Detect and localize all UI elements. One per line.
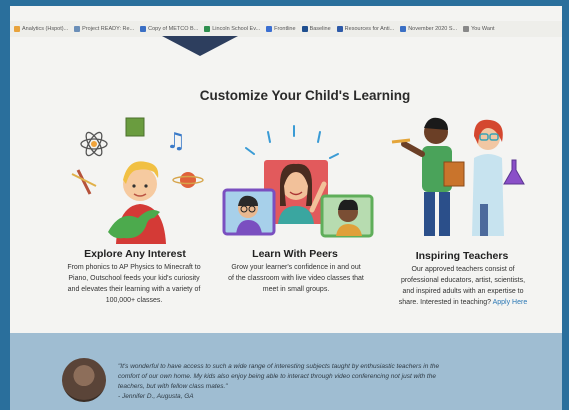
text-line: professional educators, artist, scientis… [400,277,526,284]
bookmark-favicon-icon [140,26,147,32]
testimonial-quote: "It's wonderful to have access to such a… [118,362,538,402]
column-1-title: Explore Any Interest [84,248,186,260]
text-line: share. Interested in teaching? Apply Her… [370,297,556,308]
text-line: Our approved teachers consist of [411,266,515,273]
bookmark-favicon-icon [14,26,20,32]
bookmark-item[interactable]: Baseline [301,26,331,32]
bookmark-favicon-icon [266,26,273,32]
column-2-text: Grow your learner's confidence in and ou… [200,262,392,295]
bookmark-label: November 2020 S... [408,26,458,32]
atom-icon [80,131,108,157]
bookmark-label: Baseline [309,26,331,32]
bookmarks-bar: Analytics (Hspot)... Project READY: Re...… [10,21,562,37]
bookmark-favicon-icon [400,26,407,32]
minecraft-block-icon [125,117,145,137]
flask-icon [503,159,525,185]
inspiring-teachers-illustration [391,117,525,236]
quote-line: "It's wonderful to have access to such a… [118,363,440,370]
bookmark-label: Lincoln School Ev... [212,26,261,32]
bookmark-label: Analytics (Hspot)... [22,26,69,32]
bookmark-item[interactable]: Frontline [266,26,296,32]
learn-peers-illustration [222,125,374,238]
bookmark-favicon-icon [463,26,470,32]
teacher-scientist-character [472,119,504,236]
avatar [62,358,106,402]
paintbrush-icon [71,169,97,195]
music-note-icon: ♫ [166,129,186,154]
bookmark-label: Copy of METCO B... [148,26,199,32]
bookmark-label: Frontline [274,26,296,32]
text-line: meet in small groups. [262,286,330,293]
bookmark-item[interactable]: November 2020 S... [400,26,457,32]
bookmark-item[interactable]: Lincoln School Ev... [204,26,260,32]
bookmark-favicon-icon [336,26,343,32]
planet-icon [172,172,204,188]
page-heading: Customize Your Child's Learning [199,88,411,103]
teacher-man-character [401,117,465,236]
bookmark-item[interactable]: Resources for Anti... [336,26,395,32]
bookmark-label: You Want [471,26,495,32]
bookmark-favicon-icon [301,26,308,32]
quote-line: teachers, but with fellow class mates." [118,383,228,390]
apply-here-link[interactable]: Apply Here [493,299,528,306]
pencil-icon [391,138,411,144]
column-3-title: Inspiring Teachers [415,250,509,262]
sparkle-lines-icon [245,125,339,159]
bookmark-favicon-icon [74,26,81,32]
text-line: 100,000+ classes. [105,297,163,304]
bookmark-label: Project READY: Re... [82,26,135,32]
text-line: of the classroom with live video classes… [228,275,364,282]
quote-author: - Jennifer D., Augusta, GA [118,393,194,400]
text-line-part: share. Interested in teaching? [398,299,492,306]
bookmark-item[interactable]: Copy of METCO B... [140,26,198,32]
browser-screen: Analytics (Hspot)... Project READY: Re...… [10,6,562,410]
column-2-title: Learn With Peers [252,248,338,260]
column-3-text: Our approved teachers consist of profess… [370,264,556,308]
text-line: and inspired adults with an expertise to [402,288,524,295]
bookmark-label: Resources for Anti... [344,26,395,32]
explore-interest-illustration: ♫ [71,117,204,244]
bookmark-item[interactable]: Project READY: Re... [74,26,134,32]
bookmark-favicon-icon [204,26,211,32]
bookmark-item[interactable]: Analytics (Hspot)... [14,26,68,32]
section-chevron [162,36,238,56]
quote-line: comfort of our own home. My kids also en… [118,373,436,380]
bookmark-item[interactable]: You Want [463,26,495,32]
text-line: Grow your learner's confidence in and ou… [231,264,361,271]
